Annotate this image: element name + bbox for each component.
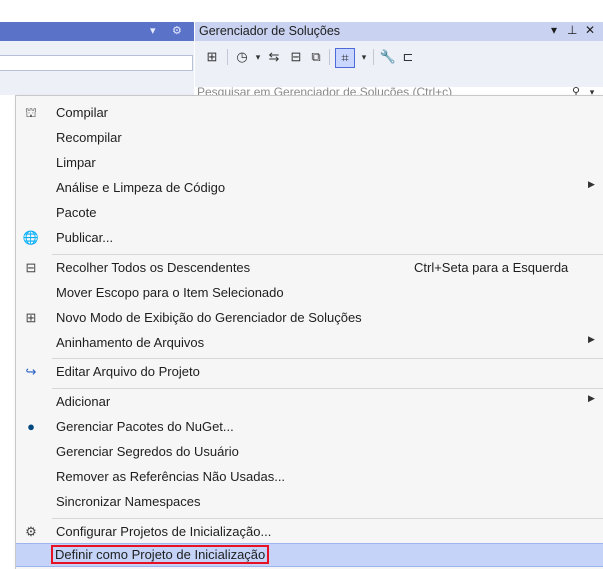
menu-item-aninhamento[interactable]: Aninhamento de Arquivos ▶ xyxy=(16,331,603,355)
menu-item-label: Definir como Projeto de Inicialização xyxy=(51,545,270,564)
menu-item-label: Novo Modo de Exibição do Gerenciador de … xyxy=(56,310,362,325)
publish-globe-icon: 🌐 xyxy=(22,230,40,245)
menu-item-recompilar[interactable]: Recompilar xyxy=(16,126,603,150)
menu-item-label: Recolher Todos os Descendentes xyxy=(56,260,251,275)
menu-item-analise[interactable]: Análise e Limpeza de Código ▶ xyxy=(16,176,603,200)
menu-separator xyxy=(52,518,603,519)
menu-separator xyxy=(52,358,603,359)
menu-item-shortcut: Ctrl+Seta para a Esquerda xyxy=(414,260,569,275)
left-window-titlebar: ▾ ⚙ xyxy=(0,22,194,41)
toolbar-separator xyxy=(227,49,228,65)
menu-item-label: Remover as Referências Não Usadas... xyxy=(56,469,286,484)
collapse-all-icon[interactable]: ⊟ xyxy=(287,48,305,66)
menu-item-adicionar[interactable]: Adicionar ▶ xyxy=(16,390,603,414)
menu-item-label: Mover Escopo para o Item Selecionado xyxy=(56,285,284,300)
left-window-body xyxy=(0,41,194,95)
menu-item-nuget[interactable]: ● Gerenciar Pacotes do NuGet... xyxy=(16,415,603,439)
submenu-arrow-icon: ▶ xyxy=(588,179,595,189)
solution-explorer-titlebar: Gerenciador de Soluções ▾ ⊥ ✕ xyxy=(195,22,603,41)
context-menu: ⛫ Compilar Recompilar Limpar Análise e L… xyxy=(15,95,603,569)
menu-item-recolher[interactable]: ⊟ Recolher Todos os Descendentes Ctrl+Se… xyxy=(16,256,603,280)
menu-item-publicar[interactable]: 🌐 Publicar... xyxy=(16,226,603,250)
menu-item-editar-arquivo[interactable]: ↪ Editar Arquivo do Projeto xyxy=(16,360,603,384)
menu-item-label: Gerenciar Segredos do Usuário xyxy=(56,444,239,459)
build-icon: ⛫ xyxy=(25,105,37,120)
sync-icon[interactable]: ⇆ xyxy=(265,48,283,66)
menu-item-label: Configurar Projetos de Inicialização... xyxy=(56,524,272,539)
menu-item-configurar-projetos[interactable]: ⚙ Configurar Projetos de Inicialização..… xyxy=(16,520,603,544)
menu-item-compilar[interactable]: ⛫ Compilar xyxy=(16,101,603,125)
toolbar-separator xyxy=(373,49,374,65)
gear-icon[interactable]: ⚙ xyxy=(172,24,182,37)
solution-explorer-toolbar: ⊞ ◷ ▾ ⇆ ⊟ ⧉ ⌗ ▾ 🔧 ⊏ Pesquisar em Gerenci… xyxy=(195,41,603,99)
menu-item-label: Recompilar xyxy=(56,130,122,145)
menu-item-label: Análise e Limpeza de Código xyxy=(56,180,226,195)
gear-icon: ⚙ xyxy=(25,524,37,539)
menu-item-novo-modo[interactable]: ⊞ Novo Modo de Exibição do Gerenciador d… xyxy=(16,306,603,330)
menu-item-label: Publicar... xyxy=(56,230,114,245)
submenu-arrow-icon: ▶ xyxy=(588,393,595,403)
menu-item-sincronizar[interactable]: Sincronizar Namespaces xyxy=(16,490,603,514)
dropdown-icon[interactable]: ▾ xyxy=(551,23,557,37)
menu-separator xyxy=(52,254,603,255)
switch-views-icon[interactable]: ⊞ xyxy=(203,48,221,66)
menu-item-pacote[interactable]: Pacote xyxy=(16,201,603,225)
preview-icon[interactable]: ⊏ xyxy=(399,48,417,66)
submenu-arrow-icon: ▶ xyxy=(588,334,595,344)
solution-explorer-title: Gerenciador de Soluções xyxy=(199,24,341,38)
properties-icon[interactable]: 🔧 xyxy=(379,48,397,66)
menu-separator xyxy=(52,388,603,389)
filter-icon[interactable]: ⌗ xyxy=(335,48,355,68)
pin-icon[interactable]: ⊥ xyxy=(567,23,577,37)
collapse-icon: ⊟ xyxy=(25,260,37,275)
menu-item-label: Editar Arquivo do Projeto xyxy=(56,364,200,379)
menu-item-definir-projeto-inicializacao[interactable]: Definir como Projeto de Inicialização xyxy=(16,543,603,567)
menu-item-label: Pacote xyxy=(56,205,97,220)
chevron-down-icon[interactable]: ▾ xyxy=(355,48,373,66)
menu-item-label: Gerenciar Pacotes do NuGet... xyxy=(56,419,234,434)
menu-item-remover-referencias[interactable]: Remover as Referências Não Usadas... xyxy=(16,465,603,489)
close-icon[interactable]: ✕ xyxy=(585,23,595,37)
menu-item-label: Limpar xyxy=(56,155,96,170)
menu-item-label: Compilar xyxy=(56,105,109,120)
nuget-icon: ● xyxy=(27,419,35,434)
menu-item-label: Sincronizar Namespaces xyxy=(56,494,201,509)
menu-item-label: Aninhamento de Arquivos xyxy=(56,335,205,350)
menu-item-segredos[interactable]: Gerenciar Segredos do Usuário xyxy=(16,440,603,464)
new-view-icon: ⊞ xyxy=(25,310,37,325)
edit-arrow-icon: ↪ xyxy=(25,364,37,379)
toolbar-separator xyxy=(329,49,330,65)
menu-item-mover-escopo[interactable]: Mover Escopo para o Item Selecionado xyxy=(16,281,603,305)
dropdown-icon[interactable]: ▾ xyxy=(150,24,156,37)
show-all-files-icon[interactable]: ⧉ xyxy=(307,48,325,66)
menu-item-limpar[interactable]: Limpar xyxy=(16,151,603,175)
left-window-field[interactable] xyxy=(0,55,193,71)
menu-item-label: Adicionar xyxy=(56,394,111,409)
